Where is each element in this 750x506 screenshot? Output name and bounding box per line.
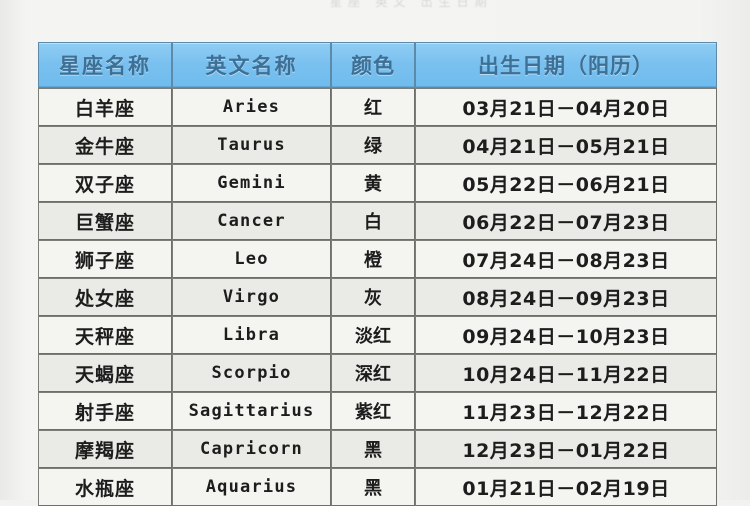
cell-date: 03月21日－04月20日	[415, 88, 717, 126]
cell-en: Leo	[172, 240, 331, 278]
cell-en: Libra	[172, 316, 331, 354]
cell-name: 摩羯座	[38, 430, 172, 468]
cell-date: 10月24日－11月22日	[415, 354, 717, 392]
cell-color: 淡红	[331, 316, 415, 354]
cell-en: Capricorn	[172, 430, 331, 468]
cell-en: Cancer	[172, 202, 331, 240]
cell-en: Scorpio	[172, 354, 331, 392]
cell-name: 狮子座	[38, 240, 172, 278]
column-header-birthdate: 出生日期（阳历）	[415, 42, 717, 88]
column-header-color: 颜色	[331, 42, 415, 88]
cell-name: 双子座	[38, 164, 172, 202]
cell-color: 白	[331, 202, 415, 240]
cell-color: 深红	[331, 354, 415, 392]
table-row: 双子座 Gemini 黄 05月22日－06月21日	[38, 164, 717, 202]
cell-color: 灰	[331, 278, 415, 316]
table-row: 金牛座 Taurus 绿 04月21日－05月21日	[38, 126, 717, 164]
cell-color: 红	[331, 88, 415, 126]
cell-name: 射手座	[38, 392, 172, 430]
cell-color: 紫红	[331, 392, 415, 430]
table-row: 射手座 Sagittarius 紫红 11月23日－12月22日	[38, 392, 717, 430]
table-row: 天蝎座 Scorpio 深红 10月24日－11月22日	[38, 354, 717, 392]
cell-date: 04月21日－05月21日	[415, 126, 717, 164]
cell-en: Gemini	[172, 164, 331, 202]
cell-en: Sagittarius	[172, 392, 331, 430]
top-cutoff-text-strip: 星座 英文 出生日期	[0, 0, 750, 16]
top-cutoff-ghost-text: 星座 英文 出生日期	[330, 0, 493, 9]
cell-color: 黄	[331, 164, 415, 202]
cell-name: 白羊座	[38, 88, 172, 126]
cell-date: 01月21日－02月19日	[415, 468, 717, 506]
table-header-row: 星座名称 英文名称 颜色 出生日期（阳历）	[38, 42, 717, 88]
table-row: 处女座 Virgo 灰 08月24日－09月23日	[38, 278, 717, 316]
table-body: 白羊座 Aries 红 03月21日－04月20日 金牛座 Taurus 绿 04月21日－0…	[38, 88, 717, 506]
cell-en: Virgo	[172, 278, 331, 316]
column-header-english: 英文名称	[172, 42, 331, 88]
cell-color: 黑	[331, 430, 415, 468]
cell-date: 06月22日－07月23日	[415, 202, 717, 240]
cell-name: 天秤座	[38, 316, 172, 354]
cell-color: 黑	[331, 468, 415, 506]
zodiac-table: 星座名称 英文名称 颜色 出生日期（阳历） 白羊座 Aries 红 03月21日－04…	[38, 42, 717, 506]
table-row: 摩羯座 Capricorn 黑 12月23日－01月22日	[38, 430, 717, 468]
cell-date: 08月24日－09月23日	[415, 278, 717, 316]
cell-date: 09月24日－10月23日	[415, 316, 717, 354]
cell-en: Taurus	[172, 126, 331, 164]
cell-name: 天蝎座	[38, 354, 172, 392]
table-header: 星座名称 英文名称 颜色 出生日期（阳历）	[38, 42, 717, 88]
table-row: 巨蟹座 Cancer 白 06月22日－07月23日	[38, 202, 717, 240]
table-row: 狮子座 Leo 橙 07月24日－08月23日	[38, 240, 717, 278]
zodiac-table-container: 星座名称 英文名称 颜色 出生日期（阳历） 白羊座 Aries 红 03月21日－04…	[38, 42, 717, 506]
column-header-name: 星座名称	[38, 42, 172, 88]
cell-name: 金牛座	[38, 126, 172, 164]
cell-name: 巨蟹座	[38, 202, 172, 240]
cell-color: 橙	[331, 240, 415, 278]
cell-en: Aquarius	[172, 468, 331, 506]
table-row: 天秤座 Libra 淡红 09月24日－10月23日	[38, 316, 717, 354]
table-row: 白羊座 Aries 红 03月21日－04月20日	[38, 88, 717, 126]
cell-name: 处女座	[38, 278, 172, 316]
cell-en: Aries	[172, 88, 331, 126]
cell-name: 水瓶座	[38, 468, 172, 506]
cell-date: 12月23日－01月22日	[415, 430, 717, 468]
cell-date: 05月22日－06月21日	[415, 164, 717, 202]
table-row: 水瓶座 Aquarius 黑 01月21日－02月19日	[38, 468, 717, 506]
cell-date: 07月24日－08月23日	[415, 240, 717, 278]
cell-date: 11月23日－12月22日	[415, 392, 717, 430]
cell-color: 绿	[331, 126, 415, 164]
